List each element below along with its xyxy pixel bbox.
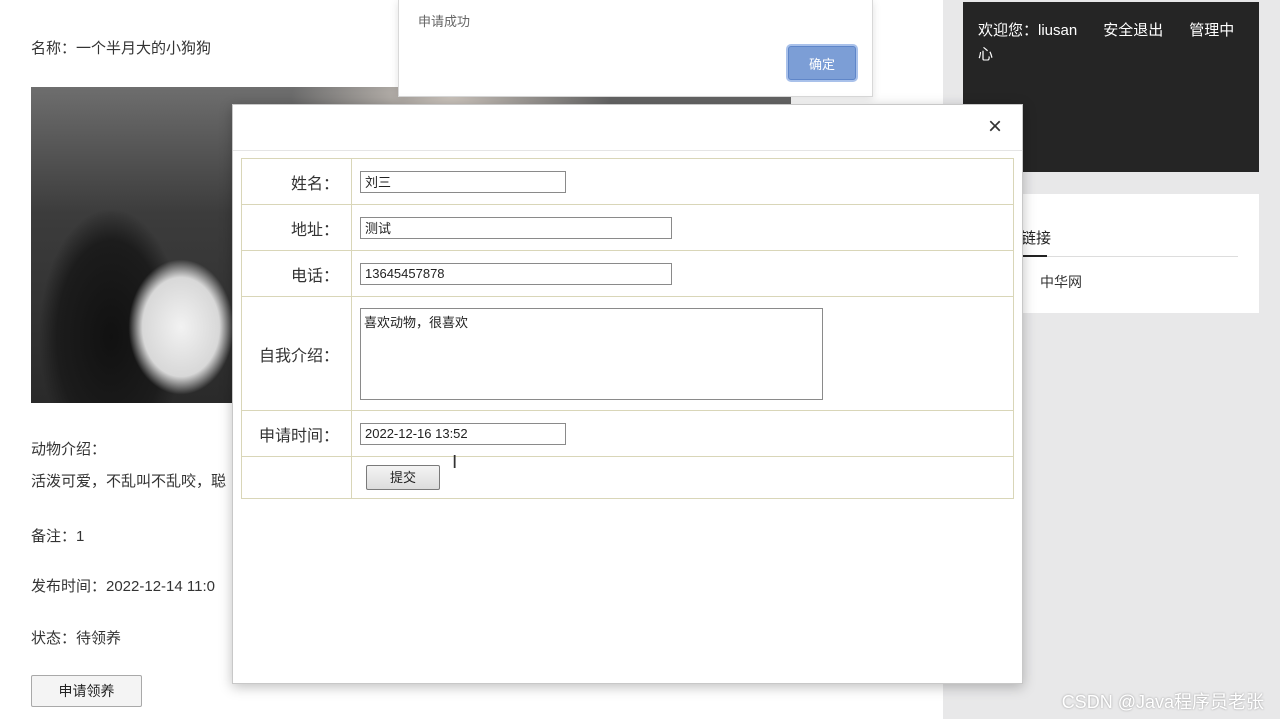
name-label: 姓名： [241,158,352,205]
application-modal: × 姓名： 地址： 电话： 自我介绍： 喜欢动物，很喜欢 申请时间： 提交 [232,104,1023,684]
address-label: 地址： [241,204,352,251]
address-field[interactable] [360,216,672,239]
links-title: 链接 [1021,230,1052,247]
apply-adoption-button[interactable]: 申请领养 [31,675,142,707]
pet-publish-time: 发布时间：2022-12-14 11:0 [31,578,215,595]
phone-label: 电话： [241,250,352,297]
watermark: CSDN @Java程序员老张 [1061,692,1264,712]
alert-ok-button[interactable]: 确定 [788,46,856,80]
text-cursor-icon: I [452,452,458,473]
welcome-text: 欢迎您：liusan [978,22,1078,39]
self-intro-label: 自我介绍： [241,296,352,411]
application-form: 姓名： 地址： 电话： 自我介绍： 喜欢动物，很喜欢 申请时间： 提交 [241,158,1014,499]
pet-intro-label: 动物介绍： [31,441,107,458]
apply-time-field[interactable] [360,422,566,445]
alert-message: 申请成功 [418,14,471,29]
name-field[interactable] [360,170,566,193]
submit-button[interactable]: 提交 [366,465,440,490]
success-alert: 申请成功 确定 [398,0,873,97]
phone-field[interactable] [360,262,672,285]
modal-header: × [233,105,1022,151]
close-icon[interactable]: × [984,115,1006,139]
self-intro-field[interactable]: 喜欢动物，很喜欢 [360,307,823,400]
logout-link[interactable]: 安全退出 [1103,22,1163,39]
link-item[interactable]: 中华网 [1040,272,1082,292]
empty-label-cell [241,456,352,499]
apply-time-label: 申请时间： [241,410,352,457]
pet-remark: 备注：1 [31,528,85,545]
pet-intro-text: 活泼可爱，不乱叫不乱咬，聪 [31,473,227,490]
pet-status: 状态：待领养 [31,630,122,647]
pet-name: 名称：一个半月大的小狗狗 [31,40,212,57]
